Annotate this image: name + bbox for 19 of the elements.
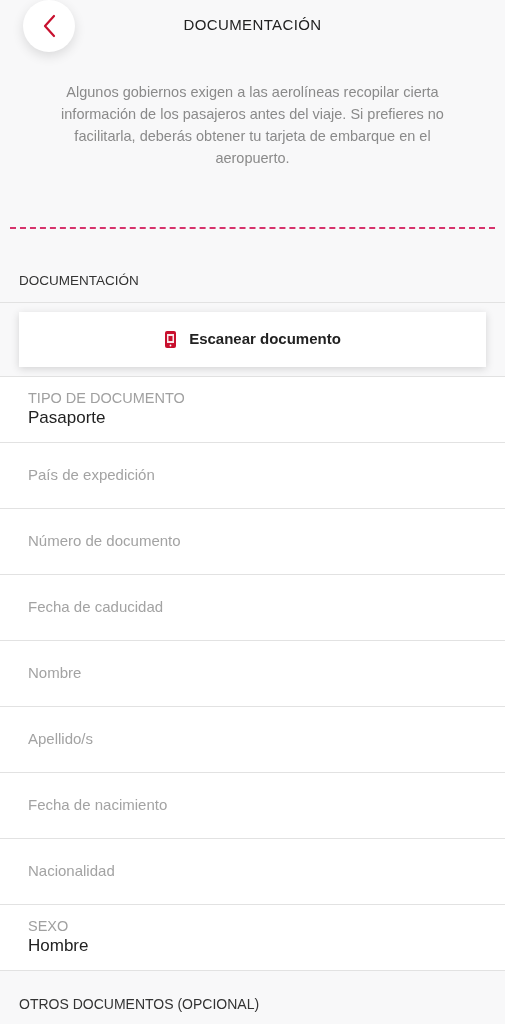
back-button[interactable] [23, 0, 75, 52]
input-field[interactable]: Fecha de nacimiento [28, 794, 477, 817]
section-heading: DOCUMENTACIÓN [19, 272, 139, 291]
field-label: TIPO DE DOCUMENTO [28, 389, 186, 408]
section-heading: OTROS DOCUMENTOS (OPCIONAL) [19, 995, 260, 1014]
phone-scan-icon [164, 329, 178, 349]
input-field[interactable]: Nombre [28, 662, 477, 685]
input-field[interactable]: Fecha de caducidad [28, 596, 477, 619]
input-field[interactable]: País de expedición [28, 464, 477, 487]
input-field[interactable]: Apellido/s [28, 728, 477, 751]
input-field[interactable]: Pasaporte [28, 407, 477, 430]
input-field[interactable]: Hombre [28, 935, 477, 958]
intro-text: Algunos gobiernos exigen a las aerolíneas recopilar cierta información de los pasajeros antes del viaje. Si prefieres no facilitarla, deberás obtener tu tarjeta de embarque en el aeropuerto. [60, 83, 445, 169]
input-field[interactable]: Número de documento [28, 530, 477, 553]
scan-document-button[interactable]: Escanear documento [19, 311, 486, 367]
input-field[interactable]: Nacionalidad [28, 860, 477, 883]
page-title: DOCUMENTACIÓN [183, 15, 322, 36]
field-label: SEXO [28, 917, 70, 936]
back-icon [42, 14, 56, 38]
